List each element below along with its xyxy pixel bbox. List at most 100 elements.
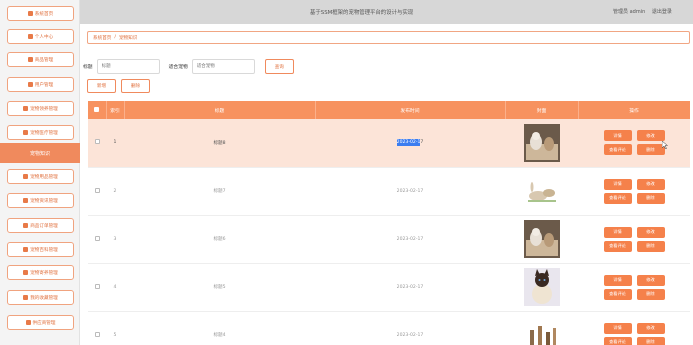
column-header-title: 标题 — [124, 101, 316, 119]
row-delete-button[interactable]: 删除 — [636, 144, 665, 156]
row-title: 标题5 — [124, 263, 315, 312]
sidebar-item-medical[interactable]: 宠物医疗管理 — [7, 125, 74, 140]
table-row[interactable]: 3 标题6 2023-02-17 详情 修改 查看评论 删除 — [88, 215, 690, 264]
view-comments-button[interactable]: 查看评论 — [603, 144, 632, 156]
table-row[interactable]: 2 标题7 2023-02-17 详情 修改 查看评论 删除 — [88, 167, 690, 216]
main-content: 系统首页 / 宠物知识 标题 适合宠物 查询 新增 删除 索引 标题 — [80, 24, 693, 345]
row-title: 标题7 — [124, 167, 315, 216]
breadcrumb-current: 宠物知识 — [118, 35, 138, 41]
house-icon — [23, 270, 29, 275]
mouse-cursor-icon — [662, 141, 668, 149]
row-time: 2023-02-17 — [315, 119, 505, 168]
view-comments-button[interactable]: 查看评论 — [603, 288, 632, 300]
row-index: 5 — [106, 311, 124, 345]
row-checkbox[interactable] — [94, 235, 100, 241]
time-suffix: 7 — [420, 140, 424, 146]
table-row[interactable]: 4 标题5 2023-02-17 详情 修改 查看评论 删除 — [88, 263, 690, 312]
rabbits-image — [523, 172, 560, 210]
sidebar-item-suppliers[interactable]: 供应商管理 — [7, 315, 74, 330]
sidebar-item-orders[interactable]: 商品订单管理 — [7, 218, 74, 233]
row-checkbox[interactable] — [94, 187, 100, 193]
breadcrumb-separator: / — [114, 35, 116, 40]
table-row[interactable]: 5 标题4 2023-02-17 详情 修改 查看评论 删除 — [88, 311, 690, 345]
star-icon — [23, 295, 29, 300]
detail-button[interactable]: 详情 — [603, 130, 632, 142]
row-actions: 详情 修改 查看评论 删除 — [578, 215, 690, 264]
row-checkbox[interactable] — [94, 331, 100, 337]
sidebar-item-news[interactable]: 宠物资讯管理 — [7, 193, 74, 208]
home-icon — [27, 11, 33, 16]
sidebar-item-pet-knowledge[interactable]: 宠物知识 — [0, 143, 80, 163]
search-button[interactable]: 查询 — [264, 59, 294, 74]
row-delete-button[interactable]: 删除 — [636, 240, 665, 252]
pet-search-input[interactable] — [191, 59, 255, 74]
edit-button[interactable]: 修改 — [636, 178, 665, 190]
users-icon — [27, 82, 33, 87]
row-delete-button[interactable]: 删除 — [636, 336, 665, 345]
row-cover — [505, 167, 578, 216]
sidebar-item-adoption[interactable]: 宠物领养管理 — [7, 101, 74, 116]
edit-button[interactable]: 修改 — [636, 274, 665, 286]
row-index: 2 — [106, 167, 124, 216]
row-time: 2023-02-17 — [315, 167, 505, 216]
select-all-cell — [88, 101, 107, 119]
sidebar-item-profile[interactable]: 个人中心 — [7, 29, 74, 44]
detail-button[interactable]: 详情 — [603, 274, 632, 286]
add-button[interactable]: 新增 — [87, 79, 116, 93]
edit-button[interactable]: 修改 — [636, 226, 665, 238]
detail-button[interactable]: 详情 — [603, 178, 632, 190]
action-buttons: 新增 删除 — [87, 79, 150, 93]
table-row[interactable]: 1 标题8 2023-02-17 详情 修改 查看评论 删除 — [88, 119, 690, 168]
column-header-time: 发布时间 — [315, 101, 506, 119]
sidebar-item-products[interactable]: 商品管理 — [7, 52, 74, 67]
book-icon — [23, 247, 29, 252]
row-cover — [505, 215, 578, 264]
row-cover — [505, 263, 578, 312]
view-comments-button[interactable]: 查看评论 — [603, 336, 632, 345]
selected-text: 2023-02-1 — [396, 139, 421, 147]
siamese-cat-image — [523, 268, 560, 306]
sidebar-item-boarding[interactable]: 宠物寄养管理 — [7, 265, 74, 280]
row-checkbox[interactable] — [94, 283, 100, 289]
detail-button[interactable]: 详情 — [603, 226, 632, 238]
topbar: 基于SSM框架的宠物管理平台的设计与实现 管理员 admin 退出登录 — [80, 0, 693, 24]
cat-toys-image — [523, 220, 560, 258]
detail-button[interactable]: 详情 — [603, 322, 632, 334]
edit-button[interactable]: 修改 — [636, 322, 665, 334]
news-icon — [23, 198, 29, 203]
table-header-row: 索引 标题 发布时间 封面 操作 — [88, 101, 690, 119]
bag-icon — [23, 174, 29, 179]
select-all-checkbox[interactable] — [94, 106, 100, 112]
title-label: 标题 — [83, 65, 93, 70]
row-index: 1 — [106, 119, 124, 168]
view-comments-button[interactable]: 查看评论 — [603, 240, 632, 252]
cat-toys-image — [523, 123, 560, 162]
app: 系统首页 个人中心 商品管理 用户管理 宠物领养管理 宠物医疗管理 宠物知识 宠… — [0, 0, 693, 345]
row-actions: 详情 修改 查看评论 删除 — [578, 311, 690, 345]
logout-link[interactable]: 退出登录 — [652, 9, 672, 15]
sidebar-item-users[interactable]: 用户管理 — [7, 77, 74, 92]
user-icon — [27, 34, 33, 39]
sidebar-item-home[interactable]: 系统首页 — [7, 6, 74, 21]
edit-button[interactable]: 修改 — [636, 130, 665, 142]
sidebar-item-supplies[interactable]: 宠物用品管理 — [7, 169, 74, 184]
row-delete-button[interactable]: 删除 — [636, 288, 665, 300]
row-time: 2023-02-17 — [315, 215, 505, 264]
row-checkbox[interactable] — [94, 139, 100, 145]
row-index: 4 — [106, 263, 124, 312]
sidebar-item-favorites[interactable]: 我的收藏管理 — [7, 290, 74, 305]
view-comments-button[interactable]: 查看评论 — [603, 192, 632, 204]
delete-button[interactable]: 删除 — [121, 79, 150, 93]
row-title: 标题6 — [124, 215, 315, 264]
row-delete-button[interactable]: 删除 — [636, 192, 665, 204]
row-cover — [505, 119, 578, 168]
data-table: 索引 标题 发布时间 封面 操作 1 标题8 2023-02-17 详情 修改 … — [88, 101, 690, 345]
medical-icon — [23, 130, 29, 135]
topbar-user: 管理员 admin 退出登录 — [613, 8, 672, 15]
app-title: 基于SSM框架的宠物管理平台的设计与实现 — [310, 10, 414, 16]
column-header-cover: 封面 — [505, 101, 579, 119]
sidebar-item-encyclopedia[interactable]: 宠物百科管理 — [7, 242, 74, 257]
dogs-image — [523, 316, 560, 345]
title-search-input[interactable] — [96, 59, 160, 74]
breadcrumb-home[interactable]: 系统首页 — [93, 35, 111, 41]
